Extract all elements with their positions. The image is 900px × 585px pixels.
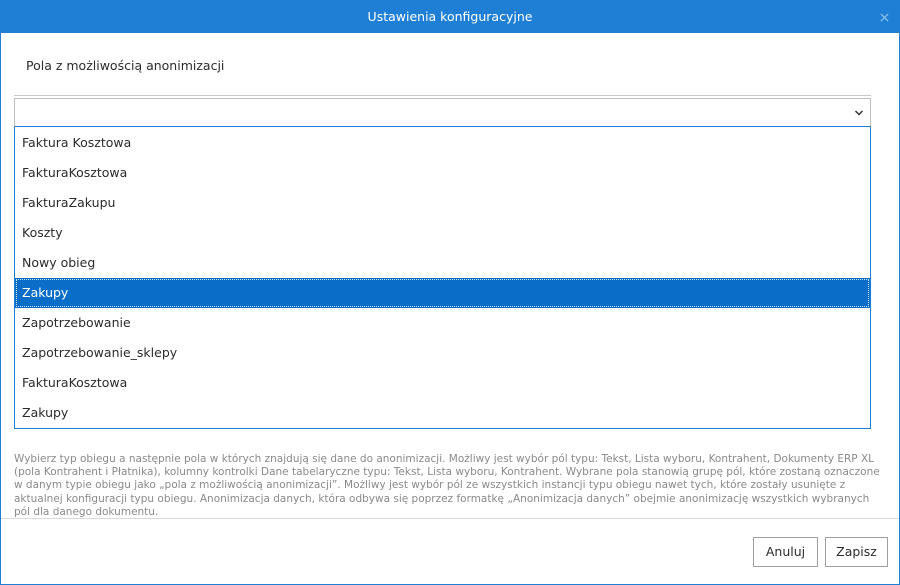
dropdown-item[interactable]: Zapotrzebowanie_sklepy [15, 338, 870, 368]
section-label: Pola z możliwością anonimizacji [26, 58, 225, 73]
dialog-title: Ustawienia konfiguracyjne [367, 9, 533, 24]
separator-line [14, 95, 871, 96]
dropdown-item[interactable]: FakturaZakupu [15, 188, 870, 218]
workflow-type-combobox[interactable] [14, 98, 871, 127]
dropdown-item[interactable]: Koszty [15, 218, 870, 248]
title-bar: Ustawienia konfiguracyjne [1, 1, 899, 33]
save-button[interactable]: Zapisz [825, 537, 888, 567]
cancel-button[interactable]: Anuluj [753, 537, 818, 567]
dropdown-item[interactable]: FakturaKosztowa [15, 158, 870, 188]
help-description: Wybierz typ obiegu a następnie pola w kt… [14, 453, 880, 518]
dropdown-item[interactable]: Zapotrzebowanie [15, 308, 870, 338]
dropdown-item[interactable]: Nowy obieg [15, 248, 870, 278]
dropdown-item[interactable]: FakturaKosztowa [15, 368, 870, 398]
config-dialog: Ustawienia konfiguracyjne Pola z możliwo… [0, 0, 900, 585]
dropdown-item[interactable]: Zakupy [15, 398, 870, 428]
chevron-down-icon[interactable] [854, 108, 864, 118]
dropdown-item-selected[interactable]: Zakupy [15, 278, 870, 308]
footer-separator [1, 518, 899, 519]
workflow-type-dropdown-list: Faktura Kosztowa FakturaKosztowa Faktura… [14, 127, 871, 429]
dropdown-item[interactable]: Faktura Kosztowa [15, 128, 870, 158]
close-button[interactable] [875, 8, 893, 26]
close-icon [879, 12, 889, 22]
